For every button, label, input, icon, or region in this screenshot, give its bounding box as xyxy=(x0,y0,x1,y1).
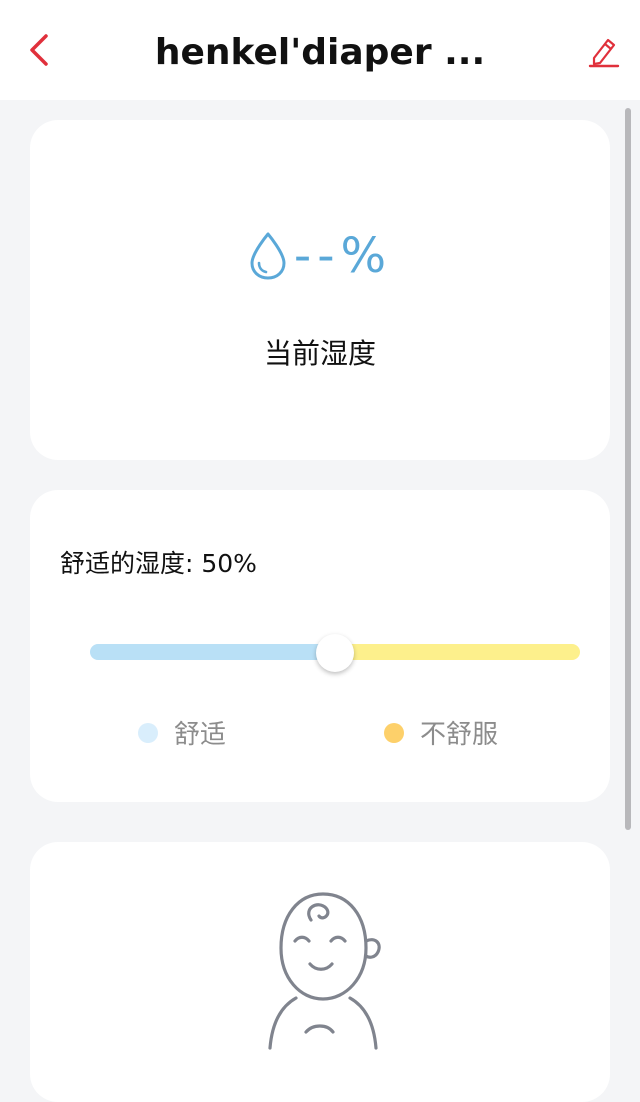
edit-button[interactable] xyxy=(584,32,622,70)
comfort-humidity-slider[interactable] xyxy=(90,622,580,682)
legend-comfortable: 舒适 xyxy=(138,714,226,751)
legend-dot-comfortable xyxy=(138,722,158,743)
humidity-readout: --% xyxy=(30,216,610,296)
comfort-humidity-title: 舒适的湿度: 50% xyxy=(60,549,257,578)
legend-dot-uncomfortable xyxy=(384,722,404,743)
comfort-settings-card: 舒适的湿度: 50% 舒适 不舒服 xyxy=(30,490,610,802)
page-title: henkel'diaper ... xyxy=(154,32,486,73)
legend-label-uncomfortable: 不舒服 xyxy=(420,720,499,750)
slider-track-comfortable xyxy=(90,644,335,660)
scrollbar[interactable] xyxy=(625,108,631,830)
legend-label-comfortable: 舒适 xyxy=(174,720,227,750)
baby-status-card xyxy=(30,842,610,1102)
slider-thumb[interactable] xyxy=(316,634,354,672)
app-header: henkel'diaper ... xyxy=(0,0,640,100)
slider-track-uncomfortable xyxy=(335,644,580,660)
humidity-value: --% xyxy=(293,228,393,284)
humidity-label: 当前湿度 xyxy=(263,337,376,370)
legend-uncomfortable: 不舒服 xyxy=(384,714,498,751)
current-humidity-card: --% 当前湿度 xyxy=(30,120,610,460)
baby-icon xyxy=(268,892,381,1050)
water-drop-icon xyxy=(250,232,286,280)
chevron-left-icon xyxy=(30,34,48,66)
back-button[interactable] xyxy=(22,30,58,70)
pencil-icon xyxy=(588,38,620,68)
